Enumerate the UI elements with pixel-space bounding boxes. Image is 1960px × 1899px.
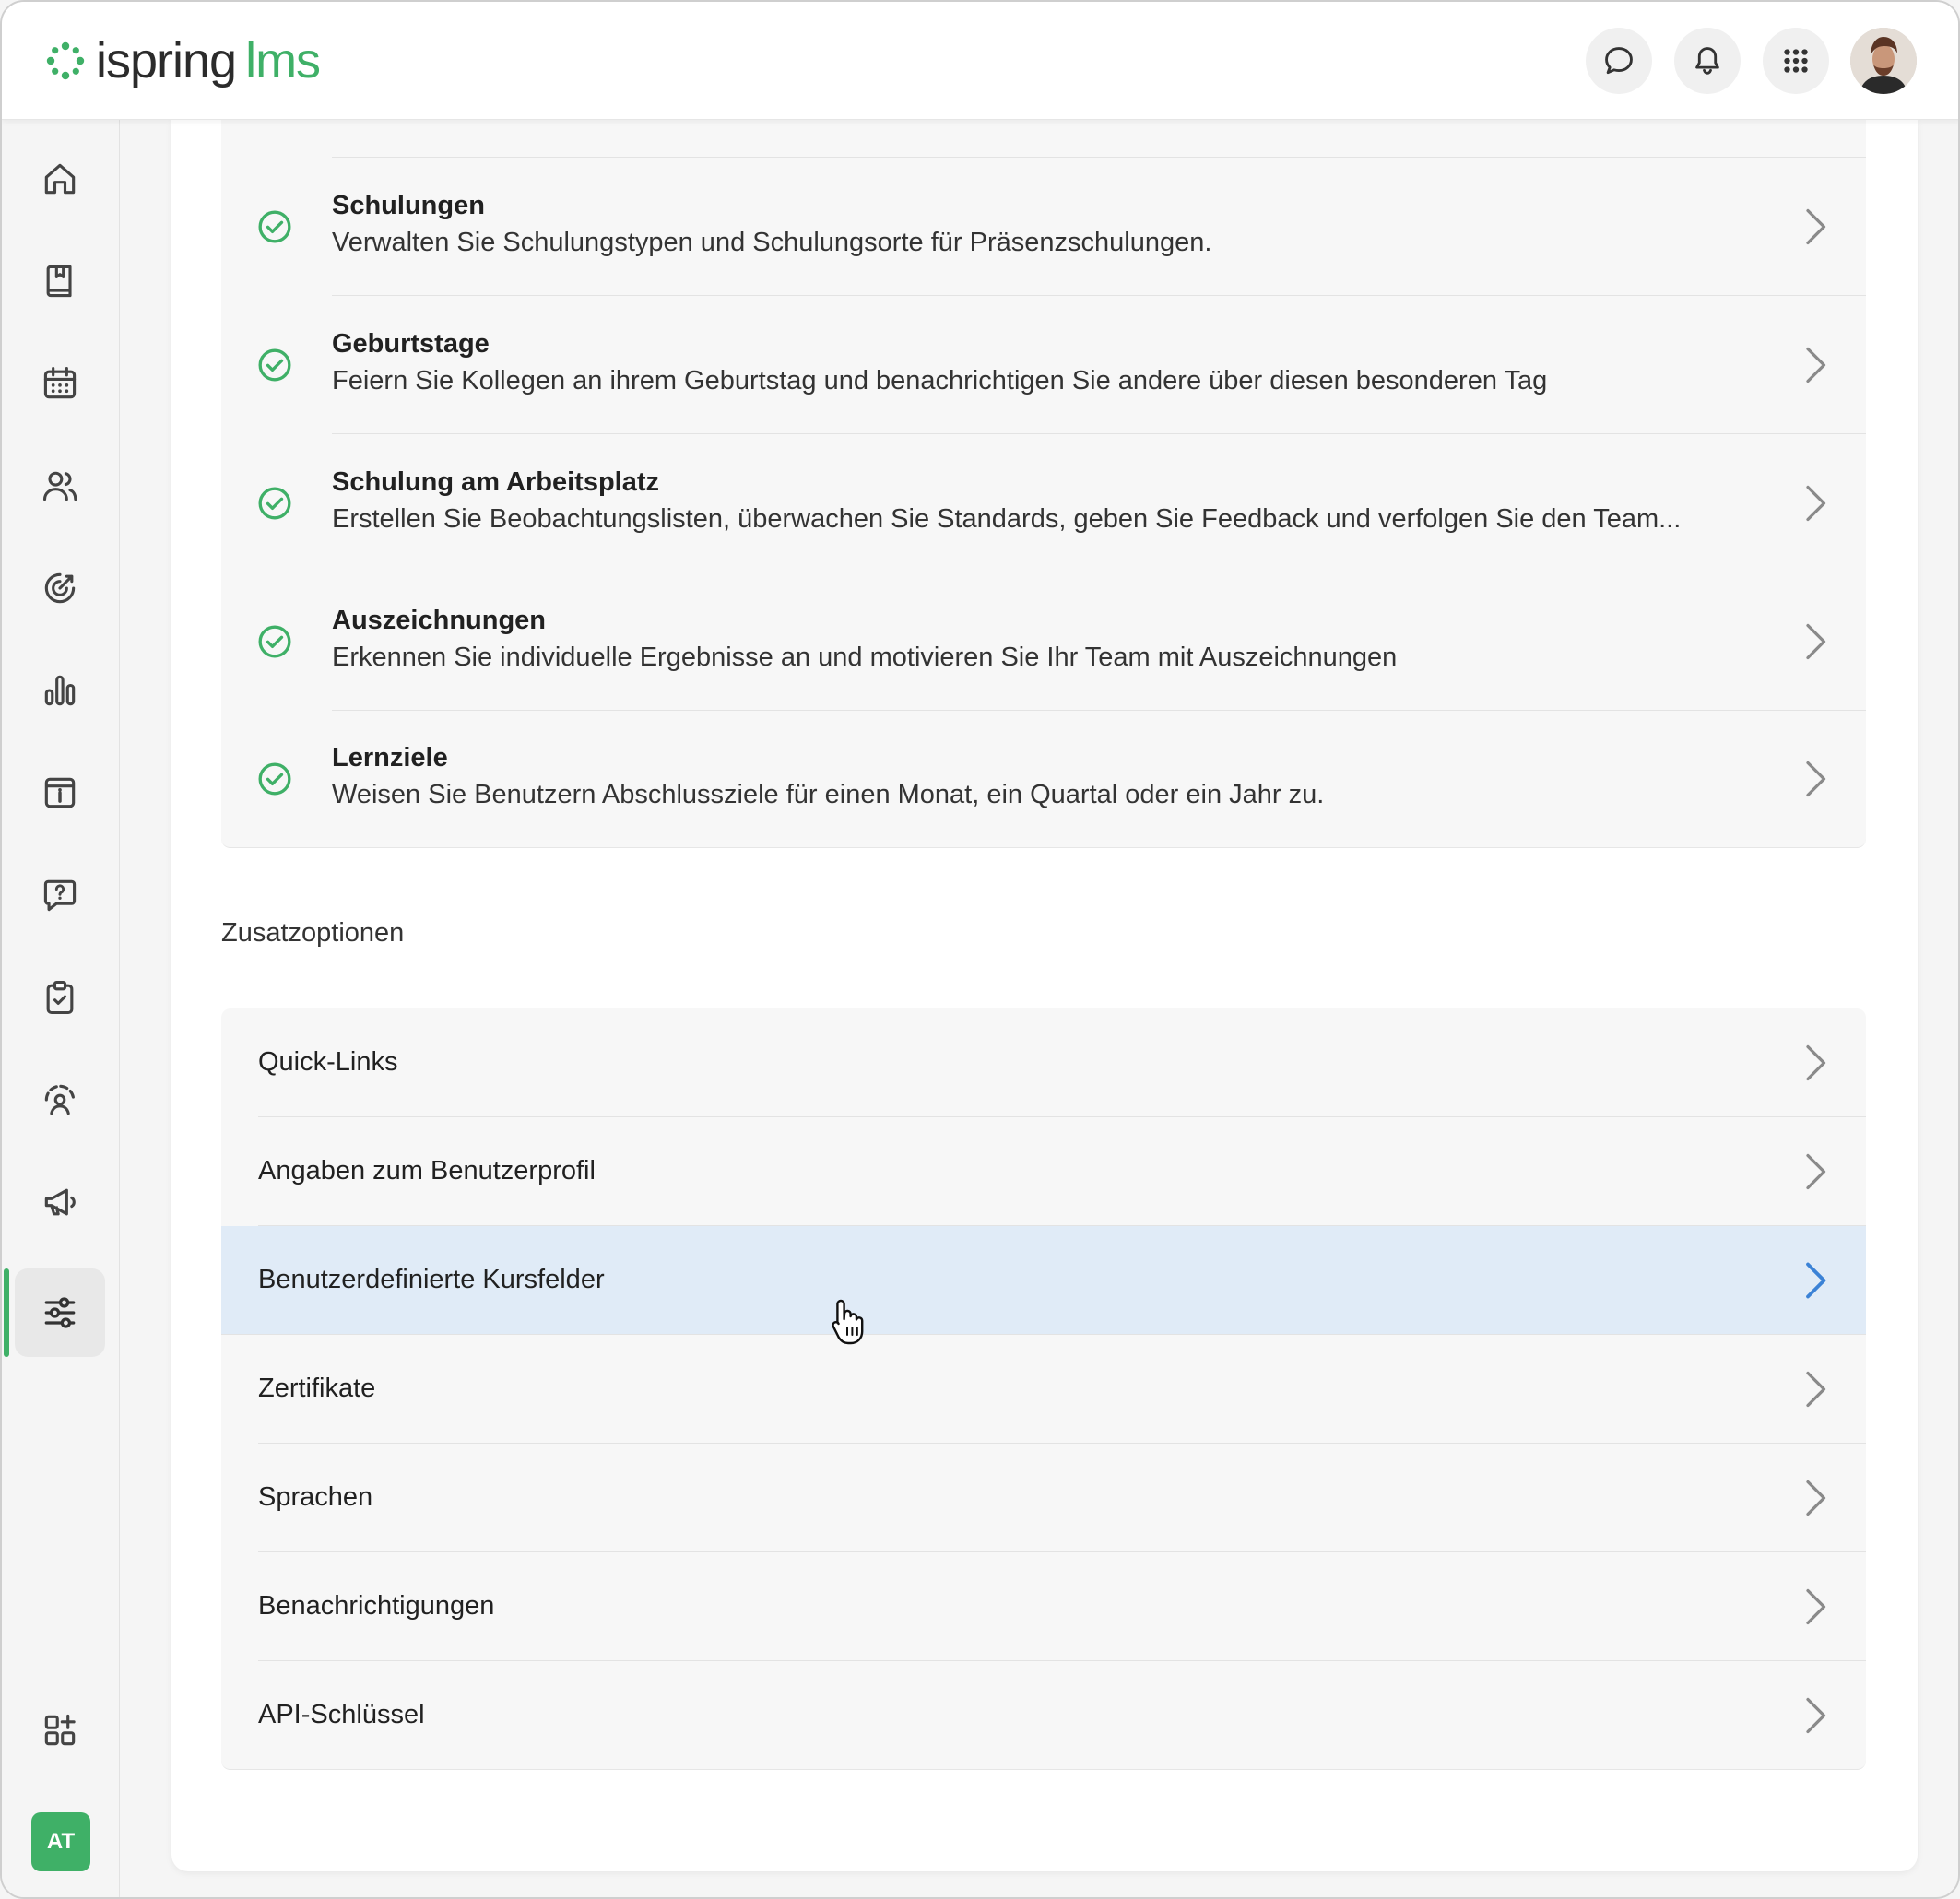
option-label: Sprachen xyxy=(258,1482,373,1512)
nav-info[interactable] xyxy=(15,749,105,837)
nav-courses[interactable] xyxy=(15,237,105,325)
option-api-keys[interactable]: API-Schlüssel xyxy=(221,1661,1866,1770)
target-icon xyxy=(44,572,76,604)
option-label: Quick-Links xyxy=(258,1047,398,1077)
chevron-right-icon xyxy=(1806,1697,1826,1734)
check-circle-icon xyxy=(258,348,291,382)
chevron-right-icon xyxy=(1806,485,1826,522)
nav-settings[interactable] xyxy=(15,1268,105,1357)
chevron-right-icon xyxy=(1806,1371,1826,1408)
feature-list: Schulungen Verwalten Sie Schulungstypen … xyxy=(221,120,1866,848)
active-indicator xyxy=(4,1268,9,1357)
feature-description: Feiern Sie Kollegen an ihrem Geburtstag … xyxy=(332,366,1548,395)
chevron-right-icon xyxy=(1806,1262,1826,1299)
option-label: API-Schlüssel xyxy=(258,1700,425,1729)
option-certificates[interactable]: Zertifikate xyxy=(221,1335,1866,1444)
nav-users[interactable] xyxy=(15,442,105,530)
feature-title: Lernziele xyxy=(332,743,448,773)
feature-schulungen[interactable]: Schulungen Verwalten Sie Schulungstypen … xyxy=(221,158,1866,296)
add-app-icon xyxy=(44,1714,76,1746)
option-quick-links[interactable]: Quick-Links xyxy=(221,1008,1866,1117)
info-board-icon xyxy=(44,777,76,808)
option-user-profile-fields[interactable]: Angaben zum Benutzerprofil xyxy=(221,1117,1866,1226)
user-avatar[interactable] xyxy=(1850,28,1917,94)
brand-suffix: lms xyxy=(245,33,321,88)
chevron-right-icon xyxy=(1806,761,1826,797)
check-circle-icon xyxy=(258,625,291,658)
option-label: Benachrichtigungen xyxy=(258,1591,495,1621)
nav-home[interactable] xyxy=(15,135,105,223)
feature-description: Erstellen Sie Beobachtungslisten, überwa… xyxy=(332,504,1682,534)
chevron-right-icon xyxy=(1806,623,1826,660)
nav-support[interactable] xyxy=(15,1056,105,1144)
feature-auszeichnungen[interactable]: Auszeichnungen Erkennen Sie individuelle… xyxy=(221,572,1866,711)
chat-icon xyxy=(1605,47,1633,75)
feature-title: Auszeichnungen xyxy=(332,606,547,635)
check-circle-icon xyxy=(258,210,291,243)
feature-description: Verwalten Sie Schulungstypen und Schulun… xyxy=(332,228,1212,257)
check-circle-icon xyxy=(258,487,291,520)
feature-title: Geburtstage xyxy=(332,329,490,359)
brand-name: ispring xyxy=(96,33,237,88)
avatar-photo xyxy=(1850,28,1917,94)
apps-grid-icon xyxy=(1784,49,1808,73)
chevron-right-icon xyxy=(1806,1588,1826,1625)
chevron-right-icon xyxy=(1806,1480,1826,1516)
option-label: Angaben zum Benutzerprofil xyxy=(258,1156,596,1185)
feature-description: Erkennen Sie individuelle Ergebnisse an … xyxy=(332,643,1398,672)
option-custom-course-fields[interactable]: Benutzerdefinierte Kursfelder xyxy=(221,1226,1866,1335)
home-icon xyxy=(44,163,76,195)
chevron-right-icon xyxy=(1806,208,1826,245)
ispring-logo-icon xyxy=(46,41,85,80)
megaphone-icon xyxy=(44,1188,76,1216)
feature-lernziele[interactable]: Lernziele Weisen Sie Benutzern Abschluss… xyxy=(221,710,1866,848)
extras-list: Quick-Links Angaben zum Benutzerprofil B… xyxy=(221,1008,1866,1770)
notifications-button[interactable] xyxy=(1674,28,1741,94)
ispring-logo[interactable]: ispring lms xyxy=(42,28,321,94)
calendar-icon xyxy=(43,366,77,399)
nav-help[interactable] xyxy=(15,851,105,939)
nav-calendar[interactable] xyxy=(15,339,105,428)
option-label: Benutzerdefinierte Kursfelder xyxy=(258,1265,605,1294)
feature-schulung-am-arbeitsplatz[interactable]: Schulung am Arbeitsplatz Erstellen Sie B… xyxy=(221,434,1866,572)
hand-cursor-icon xyxy=(832,1299,864,1345)
nav-goals[interactable] xyxy=(15,544,105,632)
check-circle-icon xyxy=(258,762,291,796)
chevron-right-icon xyxy=(1806,1044,1826,1081)
nav-announcements[interactable] xyxy=(15,1158,105,1246)
feature-title: Schulung am Arbeitsplatz xyxy=(332,467,660,497)
chat-button[interactable] xyxy=(1586,28,1652,94)
option-languages[interactable]: Sprachen xyxy=(221,1444,1866,1552)
chevron-right-icon xyxy=(1806,347,1826,383)
nav-add-app[interactable] xyxy=(15,1686,105,1775)
help-chat-icon xyxy=(43,879,77,912)
chevron-right-icon xyxy=(1806,1153,1826,1190)
bell-icon xyxy=(1695,47,1719,75)
user-initials-badge[interactable]: AT xyxy=(31,1812,90,1871)
top-header: ispring lms xyxy=(2,2,1958,120)
app-window: ispring lms AT Schulungen Verwalten Sie … xyxy=(0,0,1960,1899)
option-notifications[interactable]: Benachrichtigungen xyxy=(221,1552,1866,1661)
left-sidebar xyxy=(2,120,120,1897)
chart-icon xyxy=(44,675,76,706)
feature-title: Schulungen xyxy=(332,191,485,220)
users-icon xyxy=(42,471,77,501)
section-title-extras: Zusatzoptionen xyxy=(221,918,405,948)
clipboard-check-icon xyxy=(46,980,74,1015)
settings-sliders-icon xyxy=(44,1297,76,1328)
nav-reports[interactable] xyxy=(15,646,105,735)
main-content: Schulungen Verwalten Sie Schulungstypen … xyxy=(171,120,1918,1871)
apps-button[interactable] xyxy=(1763,28,1829,94)
user-support-icon xyxy=(44,1084,76,1115)
feature-geburtstage[interactable]: Geburtstage Feiern Sie Kollegen an ihrem… xyxy=(221,296,1866,434)
feature-description: Weisen Sie Benutzern Abschlussziele für … xyxy=(332,780,1325,809)
book-icon xyxy=(46,265,72,298)
option-label: Zertifikate xyxy=(258,1374,376,1403)
nav-assignments[interactable] xyxy=(15,953,105,1042)
